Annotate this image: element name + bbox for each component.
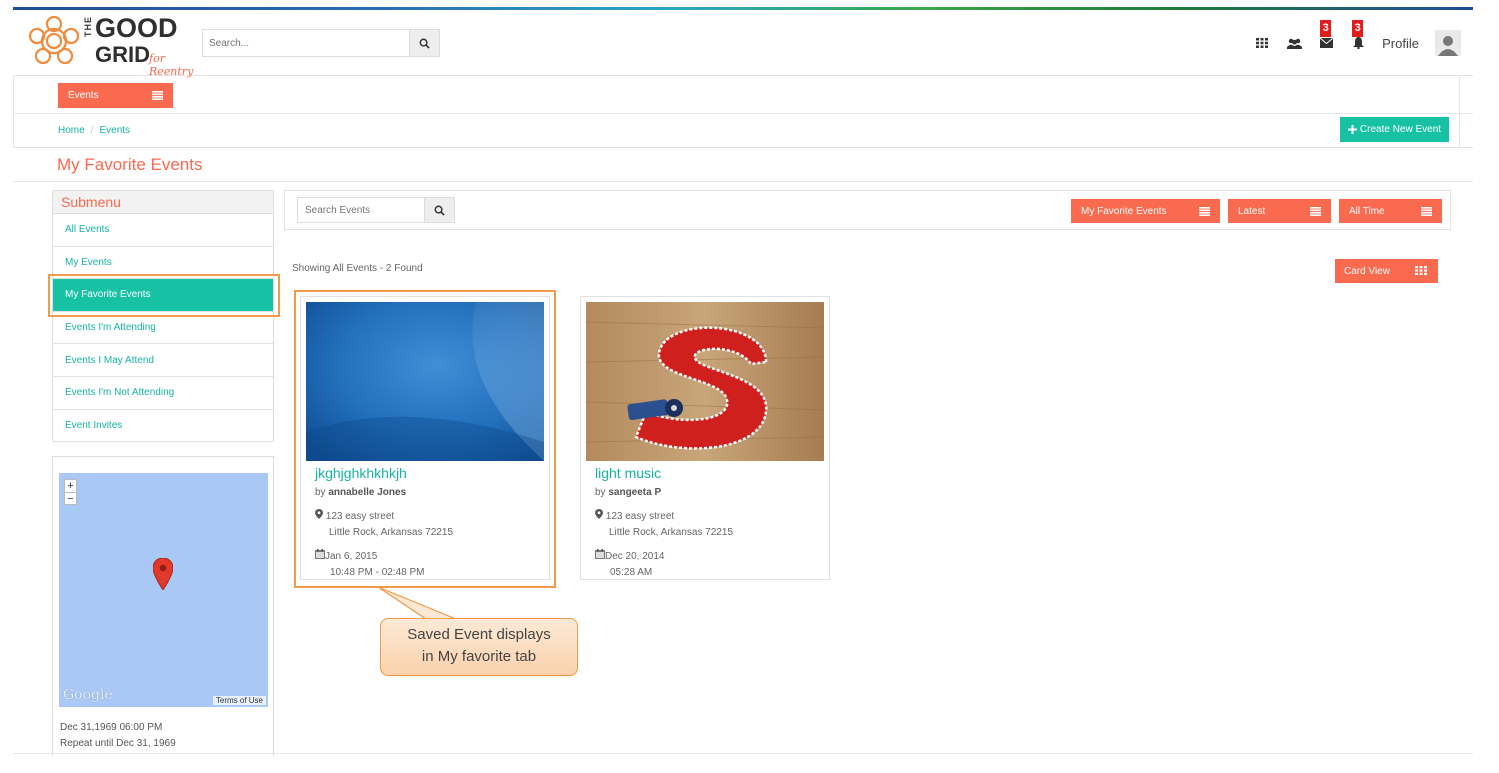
flower-logo-icon bbox=[28, 15, 80, 65]
list-icon bbox=[1310, 207, 1321, 216]
calendar-icon bbox=[595, 549, 605, 559]
map-zoom-control: + − bbox=[64, 479, 77, 505]
breadcrumb-bar: Home / Events Create New Event bbox=[13, 114, 1473, 148]
event-image[interactable] bbox=[586, 302, 824, 461]
period-dropdown[interactable]: All Time bbox=[1339, 199, 1442, 223]
map-repeat-text: Repeat until Dec 31, 1969 bbox=[60, 738, 176, 749]
submenu-heading: Submenu bbox=[53, 191, 273, 214]
mail-icon bbox=[1319, 38, 1333, 48]
list-icon bbox=[152, 91, 163, 100]
sort-dropdown[interactable]: Latest bbox=[1228, 199, 1331, 223]
page-title: My Favorite Events bbox=[57, 155, 203, 174]
header-icons: 3 3 Profile bbox=[1246, 20, 1461, 58]
callout-line2: in My favorite tab bbox=[421, 648, 537, 665]
groups-icon bbox=[1286, 38, 1302, 49]
highlight-box-submenu bbox=[48, 274, 280, 317]
card-view-label: Card View bbox=[1344, 265, 1390, 277]
red-felt-letter-image bbox=[586, 302, 824, 461]
submenu-item-event-invites[interactable]: Event Invites bbox=[53, 410, 273, 443]
card-view-toggle[interactable]: Card View bbox=[1335, 259, 1438, 283]
event-date: Dec 20, 2014 bbox=[605, 551, 665, 562]
global-search bbox=[202, 29, 440, 57]
grid-view-icon bbox=[1415, 266, 1427, 275]
list-icon bbox=[1421, 207, 1432, 216]
event-author: by sangeeta P bbox=[595, 487, 661, 498]
bell-badge: 3 bbox=[1352, 20, 1364, 37]
event-map[interactable]: + − Google Terms of Use bbox=[59, 473, 268, 707]
event-search bbox=[297, 197, 455, 223]
site-logo[interactable]: THE GOOD GRID for Reentry bbox=[27, 12, 199, 78]
address-line1: 123 easy street bbox=[605, 511, 675, 522]
bell-icon bbox=[1352, 37, 1364, 49]
event-search-button[interactable] bbox=[424, 198, 454, 222]
breadcrumb: Home / Events bbox=[58, 125, 130, 136]
map-panel: + − Google Terms of Use Dec 31,1969 06:0… bbox=[52, 456, 274, 756]
groups-button[interactable] bbox=[1278, 28, 1310, 58]
results-summary: Showing All Events - 2 Found bbox=[292, 263, 423, 274]
map-event-date: Dec 31,1969 06:00 PM Repeat until Dec 31… bbox=[60, 720, 176, 752]
create-event-button[interactable]: Create New Event bbox=[1340, 117, 1449, 142]
breadcrumb-separator: / bbox=[90, 125, 94, 136]
event-time: 05:28 AM bbox=[610, 567, 653, 578]
global-search-input[interactable] bbox=[203, 30, 409, 56]
submenu-item-all-events[interactable]: All Events bbox=[53, 214, 273, 247]
module-bar: Events bbox=[13, 76, 1473, 114]
address-line2: Little Rock, Arkansas 72215 bbox=[609, 527, 733, 538]
breadcrumb-events[interactable]: Events bbox=[99, 125, 130, 136]
event-search-input[interactable] bbox=[298, 198, 424, 222]
map-date-text: Dec 31,1969 06:00 PM bbox=[60, 722, 163, 733]
sort-label: Latest bbox=[1238, 205, 1266, 217]
logo-grid: GRID bbox=[95, 42, 150, 67]
logo-tagline: for Reentry bbox=[149, 52, 194, 78]
logo-good: GOOD bbox=[95, 13, 178, 43]
avatar[interactable] bbox=[1435, 30, 1461, 56]
create-event-label: Create New Event bbox=[1359, 124, 1442, 135]
filter-bar: My Favorite Events Latest All Time bbox=[284, 190, 1451, 230]
breadcrumb-home[interactable]: Home bbox=[58, 125, 85, 136]
title-bar: My Favorite Events bbox=[13, 148, 1473, 182]
events-dropdown-label: Events bbox=[68, 90, 99, 101]
period-label: All Time bbox=[1349, 205, 1385, 217]
event-card[interactable]: light music by sangeeta P 123 easy stree… bbox=[580, 296, 830, 580]
annotation-callout: Saved Event displays in My favorite tab bbox=[380, 618, 578, 676]
zoom-out-button[interactable]: − bbox=[65, 493, 76, 505]
plus-icon bbox=[1347, 125, 1357, 134]
event-address: 123 easy street Little Rock, Arkansas 72… bbox=[595, 509, 733, 541]
mail-badge: 3 bbox=[1320, 20, 1332, 37]
profile-link[interactable]: Profile bbox=[1382, 36, 1419, 51]
highlight-box-card bbox=[294, 290, 556, 588]
apps-button[interactable] bbox=[1246, 28, 1278, 58]
zoom-in-button[interactable]: + bbox=[65, 480, 76, 493]
event-title[interactable]: light music bbox=[595, 465, 661, 481]
author-name[interactable]: sangeeta P bbox=[608, 487, 661, 498]
map-terms-link[interactable]: Terms of Use bbox=[212, 696, 266, 705]
site-header: THE GOOD GRID for Reentry 3 bbox=[13, 10, 1473, 78]
search-icon bbox=[419, 38, 430, 49]
apps-grid-icon bbox=[1256, 38, 1269, 48]
notifications-button[interactable]: 3 bbox=[1342, 20, 1374, 58]
favorite-filter-dropdown[interactable]: My Favorite Events bbox=[1071, 199, 1220, 223]
submenu-item-may-attend[interactable]: Events I May Attend bbox=[53, 344, 273, 377]
events-dropdown[interactable]: Events bbox=[58, 83, 173, 108]
messages-button[interactable]: 3 bbox=[1310, 20, 1342, 58]
location-pin-icon bbox=[595, 509, 603, 519]
logo-the: THE bbox=[83, 16, 93, 37]
list-icon bbox=[1199, 207, 1210, 216]
submenu-item-not-attending[interactable]: Events I'm Not Attending bbox=[53, 377, 273, 410]
google-logo: Google bbox=[63, 687, 113, 703]
event-datetime: Dec 20, 2014 05:28 AM bbox=[595, 549, 665, 581]
map-pin-icon[interactable] bbox=[153, 558, 173, 590]
footer-divider bbox=[13, 753, 1473, 754]
global-search-button[interactable] bbox=[409, 30, 439, 56]
by-prefix: by bbox=[595, 487, 606, 498]
favorite-filter-label: My Favorite Events bbox=[1081, 205, 1167, 217]
user-avatar-icon bbox=[1438, 36, 1458, 56]
search-icon bbox=[434, 205, 445, 216]
callout-line1: Saved Event displays bbox=[407, 626, 551, 643]
